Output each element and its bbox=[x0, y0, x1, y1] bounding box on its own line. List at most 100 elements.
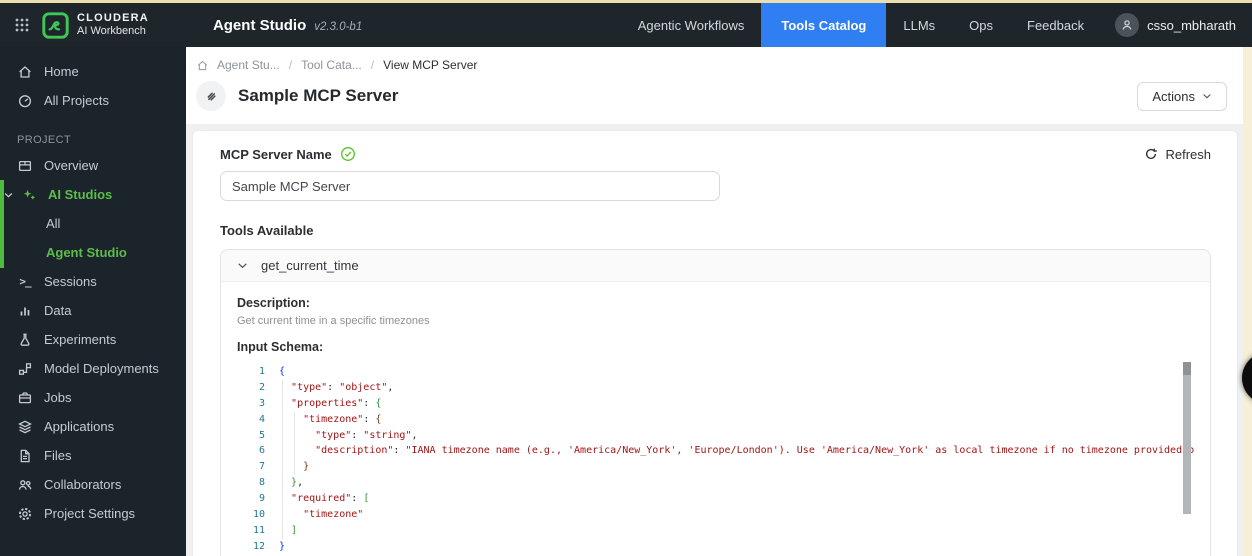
terminal-icon: >_ bbox=[19, 275, 31, 288]
sidebar-item-label: AI Studios bbox=[48, 187, 113, 202]
page-title: Sample MCP Server bbox=[238, 86, 399, 105]
tool-panel-get-current-time: get_current_time Description: Get curren… bbox=[220, 249, 1211, 556]
code-line: 2 "type": "object", bbox=[258, 381, 394, 393]
sidebar-item-label: Jobs bbox=[44, 390, 72, 405]
tool-panel-header[interactable]: get_current_time bbox=[221, 250, 1210, 282]
sidebar-item-label: Data bbox=[44, 303, 72, 318]
page-title-bar: Sample MCP Server Actions bbox=[186, 74, 1243, 124]
ai-studios-icon bbox=[21, 187, 37, 203]
code-line: 7 } bbox=[258, 461, 310, 473]
code-line: 6 "description": "IANA timezone name (e.… bbox=[258, 445, 1194, 457]
breadcrumb-view-mcp-server: View MCP Server bbox=[383, 58, 478, 72]
server-name-label-group: MCP Server Name bbox=[220, 146, 356, 162]
sidebar-item-model-deployments[interactable]: Model Deployments bbox=[0, 354, 186, 383]
mcp-server-card: MCP Server Name Refresh Tools Available bbox=[192, 130, 1238, 556]
sidebar-item-label: Experiments bbox=[44, 332, 117, 347]
indent-guide bbox=[282, 380, 283, 539]
schema-code: 1{2 "type": "object", 3 "properties": {4 … bbox=[237, 364, 1194, 555]
brand-text: CLOUDERA AI Workbench bbox=[77, 12, 149, 37]
user-menu[interactable]: csso_mbharath bbox=[1101, 3, 1252, 47]
sidebar: Home All Projects PROJECT Overview AI St… bbox=[0, 47, 186, 556]
actions-button[interactable]: Actions bbox=[1137, 81, 1227, 111]
nav-ops[interactable]: Ops bbox=[952, 3, 1010, 47]
tool-panel-body: Description: Get current time in a speci… bbox=[221, 282, 1210, 556]
sidebar-item-label: Agent Studio bbox=[46, 245, 127, 260]
sidebar-item-label: Applications bbox=[44, 419, 115, 434]
people-icon bbox=[17, 477, 33, 493]
server-name-row: MCP Server Name Refresh bbox=[220, 146, 1211, 162]
refresh-icon bbox=[1146, 148, 1158, 159]
sidebar-item-files[interactable]: Files bbox=[0, 441, 186, 470]
chevron-down-icon bbox=[1203, 94, 1211, 99]
briefcase-icon bbox=[17, 390, 33, 406]
nav-agentic-workflows[interactable]: Agentic Workflows bbox=[621, 3, 762, 47]
sidebar-item-home[interactable]: Home bbox=[0, 57, 186, 86]
nav-feedback[interactable]: Feedback bbox=[1010, 3, 1101, 47]
brand-product: AI Workbench bbox=[77, 25, 146, 37]
sidebar-item-project-settings[interactable]: Project Settings bbox=[0, 499, 186, 528]
sidebar-item-label: Project Settings bbox=[44, 506, 136, 521]
sidebar-item-applications[interactable]: Applications bbox=[0, 412, 186, 441]
sidebar-item-sessions[interactable]: >_ Sessions bbox=[0, 267, 186, 296]
apps-grid-icon[interactable] bbox=[15, 18, 29, 32]
breadcrumb-separator: / bbox=[288, 58, 293, 72]
code-line: 4 "timezone": { bbox=[258, 413, 382, 425]
code-line: 8 }, bbox=[258, 477, 304, 489]
sidebar-item-label: Collaborators bbox=[44, 477, 122, 492]
sidebar-item-overview[interactable]: Overview bbox=[0, 151, 186, 180]
chevron-down-icon bbox=[4, 191, 13, 199]
code-line: 3 "properties": { bbox=[258, 397, 382, 409]
sidebar-item-jobs[interactable]: Jobs bbox=[0, 383, 186, 412]
refresh-label: Refresh bbox=[1165, 146, 1211, 162]
refresh-button[interactable]: Refresh bbox=[1144, 147, 1211, 162]
sidebar-item-label: All bbox=[46, 216, 61, 231]
sidebar-item-label: Sessions bbox=[44, 274, 97, 289]
breadcrumb-tool-catalog[interactable]: Tool Cata... bbox=[301, 58, 362, 72]
sidebar-section-project: PROJECT bbox=[17, 134, 72, 146]
sidebar-item-data[interactable]: Data bbox=[0, 296, 186, 325]
code-scrollbar[interactable] bbox=[1183, 362, 1191, 514]
bar-chart-icon bbox=[17, 303, 33, 319]
sidebar-item-agent-studio[interactable]: Agent Studio bbox=[0, 238, 186, 267]
content-area: MCP Server Name Refresh Tools Available bbox=[186, 124, 1243, 556]
sidebar-item-collaborators[interactable]: Collaborators bbox=[0, 470, 186, 499]
main-content: Agent Stu... / Tool Cata... / View MCP S… bbox=[186, 47, 1243, 556]
user-name: csso_mbharath bbox=[1147, 17, 1236, 33]
tool-name: get_current_time bbox=[261, 258, 359, 273]
input-schema-label: Input Schema: bbox=[237, 340, 324, 354]
app-window: CLOUDERA AI Workbench Agent Studio v2.3.… bbox=[0, 0, 1252, 556]
server-name-input[interactable] bbox=[220, 171, 720, 201]
active-section-accent-bar bbox=[0, 180, 4, 268]
breadcrumb: Agent Stu... / Tool Cata... / View MCP S… bbox=[186, 47, 1243, 74]
description-text: Get current time in a specific timezones bbox=[237, 315, 430, 327]
header-nav: Agentic Workflows Tools Catalog LLMs Ops… bbox=[621, 3, 1252, 47]
brand-name: CLOUDERA bbox=[77, 12, 149, 25]
breadcrumb-separator: / bbox=[370, 58, 375, 72]
body-row: Home All Projects PROJECT Overview AI St… bbox=[0, 47, 1252, 556]
home-icon bbox=[17, 64, 33, 80]
file-icon bbox=[17, 448, 33, 464]
nav-llms[interactable]: LLMs bbox=[886, 3, 952, 47]
sidebar-item-label: Home bbox=[44, 64, 79, 79]
gear-icon bbox=[17, 506, 33, 522]
sidebar-item-all-projects[interactable]: All Projects bbox=[0, 86, 186, 115]
app-title: Agent Studio bbox=[212, 16, 307, 34]
sidebar-item-all[interactable]: All bbox=[0, 209, 186, 238]
chevron-down-icon bbox=[238, 263, 247, 269]
sidebar-item-experiments[interactable]: Experiments bbox=[0, 325, 186, 354]
app-header: CLOUDERA AI Workbench Agent Studio v2.3.… bbox=[0, 3, 1252, 47]
server-name-label: MCP Server Name bbox=[220, 146, 332, 162]
breadcrumb-home-icon[interactable] bbox=[196, 59, 209, 72]
sidebar-item-ai-studios[interactable]: AI Studios bbox=[0, 180, 186, 209]
layers-icon bbox=[17, 419, 33, 435]
check-circle-icon bbox=[340, 147, 355, 161]
nav-tools-catalog[interactable]: Tools Catalog bbox=[761, 3, 887, 47]
sidebar-item-label: Files bbox=[44, 448, 72, 463]
code-line: 9 "required": [ bbox=[258, 493, 370, 505]
sidebar-item-label: Model Deployments bbox=[44, 361, 159, 376]
user-avatar-icon bbox=[1115, 13, 1140, 37]
code-line: 12} bbox=[252, 540, 286, 552]
schema-code-editor[interactable]: 1{2 "type": "object", 3 "properties": {4 … bbox=[237, 362, 1194, 556]
breadcrumb-agent-studio[interactable]: Agent Stu... bbox=[217, 58, 280, 72]
deployments-icon bbox=[17, 361, 33, 377]
